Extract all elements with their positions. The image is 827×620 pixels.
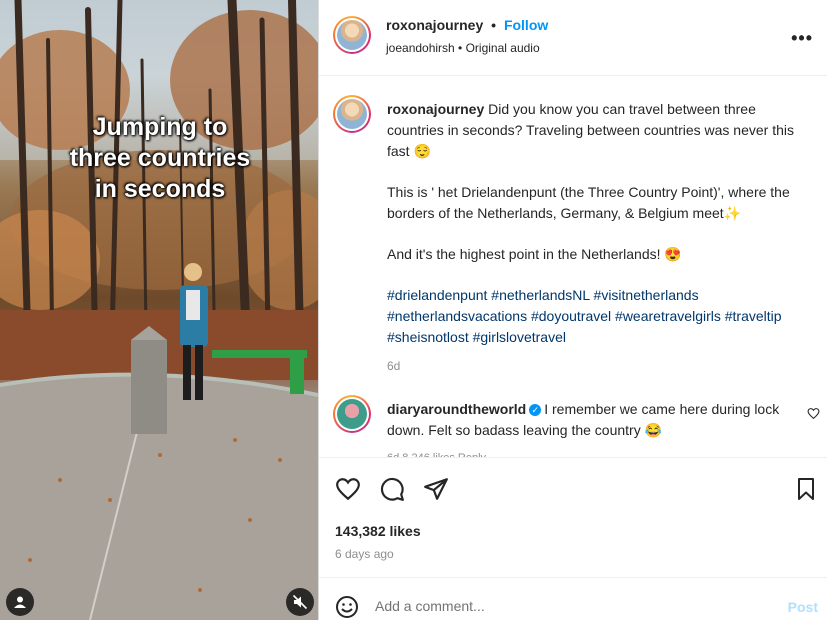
post-details-panel: roxonajourney • Follow joeandohirsh • Or… <box>318 0 827 620</box>
overlay-line-1: Jumping to <box>92 113 228 141</box>
follow-button[interactable]: Follow <box>504 17 548 33</box>
author-username-link[interactable]: roxonajourney <box>386 17 483 33</box>
instagram-post-modal: Jumping to three countries in seconds ro… <box>0 0 827 620</box>
tagged-users-button[interactable] <box>6 588 34 616</box>
like-heart-icon[interactable] <box>335 476 361 502</box>
like-count[interactable]: 143,382 likes <box>335 523 421 539</box>
overlay-line-3: in seconds <box>94 175 226 203</box>
separator-dot: • <box>491 17 497 33</box>
video-frame-illustration <box>0 0 318 620</box>
commenter-username-link[interactable]: diaryaroundtheworld <box>387 401 526 417</box>
comments-scroll-area[interactable]: roxonajourney Did you know you can trave… <box>319 77 827 457</box>
caption-hashtags[interactable]: #drielandenpunt #netherlandsNL #visitnet… <box>387 285 812 348</box>
comment-like-heart-icon[interactable] <box>807 407 820 420</box>
caption-timestamp: 6d <box>387 359 401 373</box>
commenter-avatar[interactable] <box>333 395 371 433</box>
mute-toggle-button[interactable] <box>286 588 314 616</box>
emoji-smiley-icon[interactable] <box>335 595 359 619</box>
share-paper-plane-icon[interactable] <box>423 476 449 502</box>
add-comment-input[interactable] <box>375 598 755 614</box>
post-date: 6 days ago <box>335 547 394 561</box>
overlay-line-2: three countries <box>69 144 251 172</box>
audio-attribution-link[interactable]: joeandohirsh • Original audio <box>386 41 540 55</box>
author-avatar[interactable] <box>333 16 371 54</box>
post-video[interactable]: Jumping to three countries in seconds <box>0 0 318 620</box>
author-line: roxonajourney • Follow <box>386 17 548 33</box>
add-comment-bar: Post <box>319 577 827 620</box>
comment-bubble-icon[interactable] <box>379 476 405 502</box>
post-actions: 143,382 likes 6 days ago <box>319 457 827 577</box>
post-header: roxonajourney • Follow joeandohirsh • Or… <box>319 0 827 76</box>
speaker-muted-icon <box>292 594 308 610</box>
post-caption: roxonajourney Did you know you can trave… <box>387 99 812 377</box>
comment-item: diaryaroundtheworld ✓ I remember we came h… <box>387 399 802 457</box>
verified-badge-icon: ✓ <box>529 404 542 416</box>
caption-author-avatar[interactable] <box>333 95 371 133</box>
video-overlay-caption: Jumping to three countries in seconds <box>0 112 318 205</box>
post-comment-button[interactable]: Post <box>788 599 818 615</box>
more-options-button[interactable]: ••• <box>791 28 813 49</box>
caption-username-link[interactable]: roxonajourney <box>387 101 484 117</box>
comment-meta: 6d 8,246 likes Reply <box>387 448 802 457</box>
caption-paragraph-3: And it's the highest point in the Nether… <box>387 246 682 262</box>
caption-paragraph-2: This is ' het Drielandenpunt (the Three … <box>387 184 790 221</box>
save-bookmark-icon[interactable] <box>794 476 818 502</box>
user-icon <box>14 596 26 608</box>
